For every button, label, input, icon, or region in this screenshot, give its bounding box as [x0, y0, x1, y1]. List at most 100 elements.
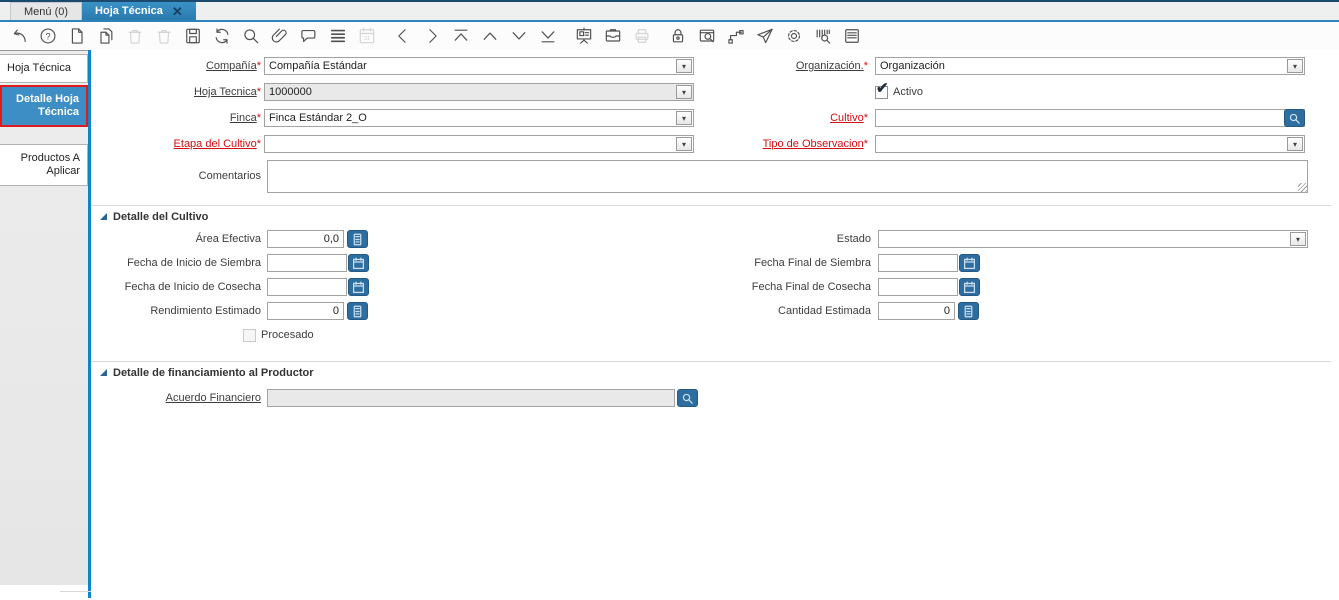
dropdown-button[interactable]: ▾ — [1290, 232, 1306, 246]
section-financiamiento-title: Detalle de financiamiento al Productor — [113, 366, 314, 379]
private-record-lock-button[interactable] — [667, 25, 688, 46]
chat-button[interactable] — [298, 25, 319, 46]
fecha-final-cosecha-calendar-button[interactable] — [959, 278, 980, 296]
dropdown-button[interactable]: ▾ — [1287, 59, 1303, 73]
sidebar-tab-productos-a-aplicar[interactable]: Productos A Aplicar — [0, 144, 88, 186]
fecha-final-cosecha-label: Fecha Final de Cosecha — [751, 281, 871, 293]
tipo-de-observacion-input[interactable] — [876, 136, 1286, 152]
dashboard-button[interactable] — [573, 25, 594, 46]
grid-toggle-icon — [328, 26, 348, 46]
fecha-inicio-siembra-input[interactable] — [267, 254, 347, 272]
fecha-inicio-siembra-label: Fecha de Inicio de Siembra — [127, 257, 261, 269]
dropdown-button[interactable]: ▾ — [676, 59, 692, 73]
send-mail-button[interactable] — [754, 25, 775, 46]
attachment-icon — [270, 26, 290, 46]
area-efectiva-calculator-button[interactable] — [347, 230, 368, 248]
cultivo-field — [875, 109, 1305, 127]
area-efectiva-input[interactable] — [267, 230, 344, 248]
help-icon — [38, 26, 58, 46]
product-info-icon — [813, 26, 833, 46]
report-button[interactable] — [841, 25, 862, 46]
dropdown-button[interactable]: ▾ — [676, 85, 692, 99]
fecha-inicio-cosecha-calendar-button[interactable] — [348, 278, 369, 296]
compania-label[interactable]: Compañía* — [91, 60, 264, 72]
collapse-icon — [100, 213, 107, 220]
workflow-button[interactable] — [725, 25, 746, 46]
previous-record-button[interactable] — [392, 25, 413, 46]
calculator-icon — [351, 305, 364, 318]
fecha-inicio-siembra-calendar-button[interactable] — [348, 254, 369, 272]
tipo-de-observacion-label[interactable]: Tipo de Observacion* — [694, 138, 875, 150]
fecha-final-siembra-calendar-button[interactable] — [959, 254, 980, 272]
save-button[interactable] — [182, 25, 203, 46]
detail-record-button[interactable] — [508, 25, 529, 46]
sidebar-tab-hoja-tecnica[interactable]: Hoja Técnica — [0, 54, 88, 83]
hoja-tecnica-label[interactable]: Hoja Tecnica* — [91, 86, 264, 98]
help-button[interactable] — [37, 25, 58, 46]
archive-icon — [603, 26, 623, 46]
etapa-del-cultivo-input[interactable] — [265, 136, 675, 152]
sidebar-tab-detalle-hoja-tecnica[interactable]: Detalle Hoja Técnica — [0, 85, 88, 127]
estado-input[interactable] — [879, 231, 1289, 247]
first-record-icon — [451, 26, 471, 46]
archive-button[interactable] — [602, 25, 623, 46]
copy-record-button[interactable] — [95, 25, 116, 46]
find-button[interactable] — [240, 25, 261, 46]
dropdown-button[interactable]: ▾ — [676, 111, 692, 125]
rendimiento-estimado-calculator-button[interactable] — [347, 302, 368, 320]
fecha-inicio-cosecha-input[interactable] — [267, 278, 347, 296]
compania-combo: ▾ — [264, 57, 694, 75]
new-record-button[interactable] — [66, 25, 87, 46]
resize-grip-icon[interactable] — [1298, 182, 1307, 192]
grid-toggle-button[interactable] — [327, 25, 348, 46]
attachment-button[interactable] — [269, 25, 290, 46]
parent-record-button[interactable] — [479, 25, 500, 46]
finca-label[interactable]: Finca* — [91, 112, 264, 124]
activo-checkbox[interactable]: ✔ — [875, 81, 889, 99]
cantidad-estimada-label: Cantidad Estimada — [778, 305, 871, 317]
section-detalle-del-cultivo-header[interactable]: Detalle del Cultivo — [91, 205, 1331, 227]
cantidad-estimada-calculator-button[interactable] — [958, 302, 979, 320]
delete-record-button — [124, 25, 145, 46]
acuerdo-financiero-input[interactable] — [267, 389, 675, 407]
next-record-button[interactable] — [421, 25, 442, 46]
row-compania-organizacion: Compañía* ▾ Organización.* ▾ — [91, 53, 1339, 79]
last-record-button[interactable] — [537, 25, 558, 46]
product-info-button[interactable] — [812, 25, 833, 46]
row-rendimiento-cantidad: Rendimiento Estimado Cantidad Estimada — [91, 299, 1339, 323]
zoom-across-button[interactable] — [696, 25, 717, 46]
acuerdo-financiero-label[interactable]: Acuerdo Financiero — [91, 392, 264, 404]
close-icon[interactable]: ✕ — [172, 5, 183, 18]
procesado-checkbox[interactable] — [243, 328, 256, 342]
row-hoja-activo: Hoja Tecnica* ▾ ✔ Activo — [91, 79, 1339, 105]
section-financiamiento-header[interactable]: Detalle de financiamiento al Productor — [91, 361, 1331, 383]
first-record-button[interactable] — [450, 25, 471, 46]
tab-hoja-tecnica[interactable]: Hoja Técnica ✕ — [82, 2, 196, 20]
comentarios-textarea[interactable] — [267, 159, 1308, 193]
organizacion-label[interactable]: Organización.* — [694, 60, 875, 72]
compania-input[interactable] — [265, 58, 675, 74]
cantidad-estimada-input[interactable] — [878, 302, 955, 320]
fecha-final-cosecha-input[interactable] — [878, 278, 958, 296]
acuerdo-financiero-search-button[interactable] — [677, 389, 698, 407]
refresh-button[interactable] — [211, 25, 232, 46]
dropdown-button[interactable]: ▾ — [1287, 137, 1303, 151]
undo-button[interactable] — [8, 25, 29, 46]
preference-button[interactable] — [783, 25, 804, 46]
cultivo-input[interactable] — [876, 110, 1284, 126]
dropdown-button[interactable]: ▾ — [676, 137, 692, 151]
procesado-label: Procesado — [261, 329, 314, 341]
tab-menu[interactable]: Menú (0) — [10, 2, 83, 20]
rendimiento-estimado-input[interactable] — [267, 302, 344, 320]
delete-record-icon — [125, 26, 145, 46]
etapa-del-cultivo-label[interactable]: Etapa del Cultivo* — [91, 138, 264, 150]
fecha-final-siembra-input[interactable] — [878, 254, 958, 272]
cultivo-search-button[interactable] — [1284, 109, 1305, 127]
form-panel: Compañía* ▾ Organización.* ▾ Hoja Tecnic… — [91, 50, 1339, 600]
cultivo-label[interactable]: Cultivo* — [694, 112, 875, 124]
organizacion-input[interactable] — [876, 58, 1286, 74]
chevron-down-icon: ▾ — [681, 87, 686, 97]
finca-input[interactable] — [265, 110, 675, 126]
hoja-tecnica-input[interactable] — [265, 84, 675, 100]
collapse-icon — [100, 369, 107, 376]
